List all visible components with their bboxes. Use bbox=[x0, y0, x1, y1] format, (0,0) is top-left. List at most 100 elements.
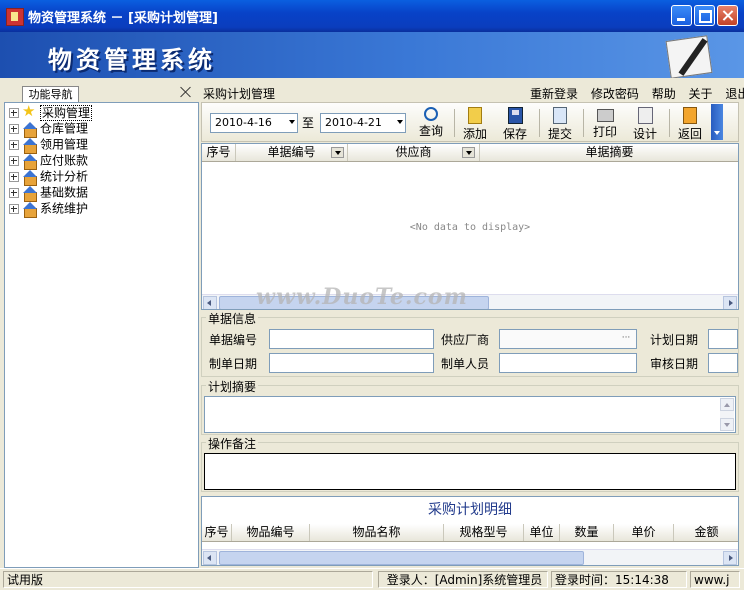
doc-no-label: 单据编号 bbox=[209, 333, 258, 347]
detail-col-item-no[interactable]: 物品编号 bbox=[232, 524, 310, 541]
nav-close-icon[interactable] bbox=[180, 86, 192, 98]
supplier-field[interactable]: ··· bbox=[499, 329, 637, 349]
nav-item-statistics[interactable]: 统计分析 bbox=[9, 168, 88, 186]
menu-relogin[interactable]: 重新登录 bbox=[530, 87, 578, 101]
app-icon[interactable] bbox=[6, 8, 24, 26]
menu-help[interactable]: 帮助 bbox=[652, 87, 676, 101]
scroll-right-icon[interactable] bbox=[723, 551, 737, 565]
date-to-select[interactable]: 2010-4-21 bbox=[320, 113, 406, 133]
expand-icon[interactable] bbox=[9, 123, 19, 134]
title-bar: 物资管理系统 － [采购计划管理] bbox=[0, 0, 744, 32]
col-summary[interactable]: 单据摘要 bbox=[480, 144, 738, 161]
detail-grid-header: 序号 物品编号 物品名称 规格型号 单位 数量 单价 金额 bbox=[202, 524, 738, 542]
date-from-select[interactable]: 2010-4-16 bbox=[210, 113, 298, 133]
query-button[interactable]: 查询 bbox=[413, 106, 449, 140]
nav-item-basic-data[interactable]: 基础数据 bbox=[9, 184, 88, 202]
status-edition: 试用版 bbox=[3, 571, 373, 588]
chevron-down-icon[interactable] bbox=[289, 120, 295, 124]
scroll-right-icon[interactable] bbox=[723, 296, 737, 309]
chevron-down-icon[interactable] bbox=[331, 147, 344, 158]
chevron-down-icon[interactable] bbox=[462, 147, 475, 158]
back-button[interactable]: 返回 bbox=[672, 106, 708, 141]
menu-change-password[interactable]: 修改密码 bbox=[591, 87, 639, 101]
detail-col-amount[interactable]: 金额 bbox=[674, 524, 738, 541]
scroll-left-icon[interactable] bbox=[203, 296, 217, 309]
design-icon bbox=[637, 107, 653, 124]
detail-col-spec[interactable]: 规格型号 bbox=[444, 524, 524, 541]
toolbar-separator bbox=[454, 109, 455, 137]
add-button[interactable]: 添加 bbox=[457, 106, 493, 141]
menu-about[interactable]: 关于 bbox=[689, 87, 713, 101]
plan-date-field[interactable] bbox=[708, 329, 738, 349]
status-login-user: 登录人：[Admin]系统管理员 bbox=[378, 571, 548, 588]
status-login-time: 登录时间：15:14:38 bbox=[551, 571, 687, 588]
design-button[interactable]: 设计 bbox=[627, 106, 663, 141]
expand-icon[interactable] bbox=[9, 155, 19, 166]
floppy-disk-icon bbox=[507, 107, 523, 124]
plan-date-label: 计划日期 bbox=[650, 333, 699, 347]
chevron-down-icon[interactable] bbox=[397, 120, 403, 124]
nav-tab[interactable]: 功能导航 bbox=[22, 86, 79, 103]
detail-col-price[interactable]: 单价 bbox=[614, 524, 674, 541]
create-date-field[interactable] bbox=[269, 353, 434, 373]
ellipsis-button[interactable]: ··· bbox=[618, 332, 634, 346]
magnifier-icon bbox=[424, 107, 438, 121]
detail-col-seq[interactable]: 序号 bbox=[202, 524, 232, 541]
submit-button[interactable]: 提交 bbox=[542, 106, 578, 141]
minimize-button[interactable] bbox=[671, 5, 692, 26]
scroll-left-icon[interactable] bbox=[203, 551, 217, 565]
back-door-icon bbox=[683, 107, 697, 124]
nav-item-requisition[interactable]: 领用管理 bbox=[9, 136, 88, 154]
print-button[interactable]: 打印 bbox=[587, 106, 623, 140]
summary-textarea[interactable] bbox=[204, 396, 736, 433]
save-button[interactable]: 保存 bbox=[497, 106, 533, 141]
detail-col-item-name[interactable]: 物品名称 bbox=[310, 524, 444, 541]
expand-icon[interactable] bbox=[9, 203, 19, 214]
expand-icon[interactable] bbox=[9, 171, 19, 182]
creator-field[interactable] bbox=[499, 353, 637, 373]
window-title: 物资管理系统 － [采购计划管理] bbox=[28, 11, 218, 26]
maximize-button[interactable] bbox=[694, 5, 715, 26]
scroll-thumb[interactable] bbox=[219, 551, 584, 565]
detail-panel: 采购计划明细 序号 物品编号 物品名称 规格型号 单位 数量 单价 金额 bbox=[201, 496, 739, 566]
close-button[interactable] bbox=[717, 5, 738, 26]
toolbar-separator bbox=[669, 109, 670, 137]
col-seq[interactable]: 序号 bbox=[202, 144, 236, 161]
toolbar-separator bbox=[539, 109, 540, 137]
col-doc-no[interactable]: 单据编号 bbox=[236, 144, 348, 161]
nav-item-purchase[interactable]: 采购管理 bbox=[9, 103, 93, 121]
page-title: 采购计划管理 bbox=[203, 87, 276, 101]
date-to-label: 至 bbox=[302, 116, 315, 130]
expand-icon[interactable] bbox=[9, 187, 19, 198]
top-menu: 重新登录 修改密码 帮助 关于 退出 bbox=[530, 85, 744, 102]
create-date-label: 制单日期 bbox=[209, 357, 258, 371]
detail-col-qty[interactable]: 数量 bbox=[560, 524, 614, 541]
scroll-up-icon[interactable] bbox=[720, 398, 734, 411]
banner-app-name: 物资管理系统 bbox=[48, 45, 216, 74]
doc-info-title: 单据信息 bbox=[206, 310, 259, 327]
toolbar-overflow-button[interactable] bbox=[711, 104, 723, 140]
toolbar-separator bbox=[583, 109, 584, 137]
nav-tree: 采购管理 仓库管理 领用管理 应付账款 统计分析 基础数据 系统维护 bbox=[4, 102, 199, 568]
audit-date-label: 审核日期 bbox=[650, 357, 699, 371]
detail-col-unit[interactable]: 单位 bbox=[524, 524, 560, 541]
nav-item-payables[interactable]: 应付账款 bbox=[9, 152, 88, 170]
nav-item-system[interactable]: 系统维护 bbox=[9, 200, 88, 218]
col-supplier[interactable]: 供应商 bbox=[348, 144, 480, 161]
star-icon bbox=[22, 103, 37, 120]
expand-icon[interactable] bbox=[9, 139, 19, 150]
detail-horizontal-scrollbar[interactable] bbox=[202, 549, 738, 565]
submit-icon bbox=[553, 107, 567, 124]
supplier-label: 供应厂商 bbox=[441, 333, 490, 347]
menu-exit[interactable]: 退出 bbox=[725, 87, 744, 101]
doc-no-field[interactable] bbox=[269, 329, 434, 349]
house-icon bbox=[23, 121, 37, 138]
remark-textarea[interactable] bbox=[204, 453, 736, 490]
detail-title: 采购计划明细 bbox=[428, 502, 512, 518]
nav-item-warehouse[interactable]: 仓库管理 bbox=[9, 120, 88, 138]
vertical-scrollbar[interactable] bbox=[720, 398, 734, 431]
expand-icon[interactable] bbox=[9, 107, 19, 118]
status-url: www.j bbox=[690, 571, 740, 588]
scroll-down-icon[interactable] bbox=[720, 418, 734, 431]
audit-date-field[interactable] bbox=[708, 353, 738, 373]
